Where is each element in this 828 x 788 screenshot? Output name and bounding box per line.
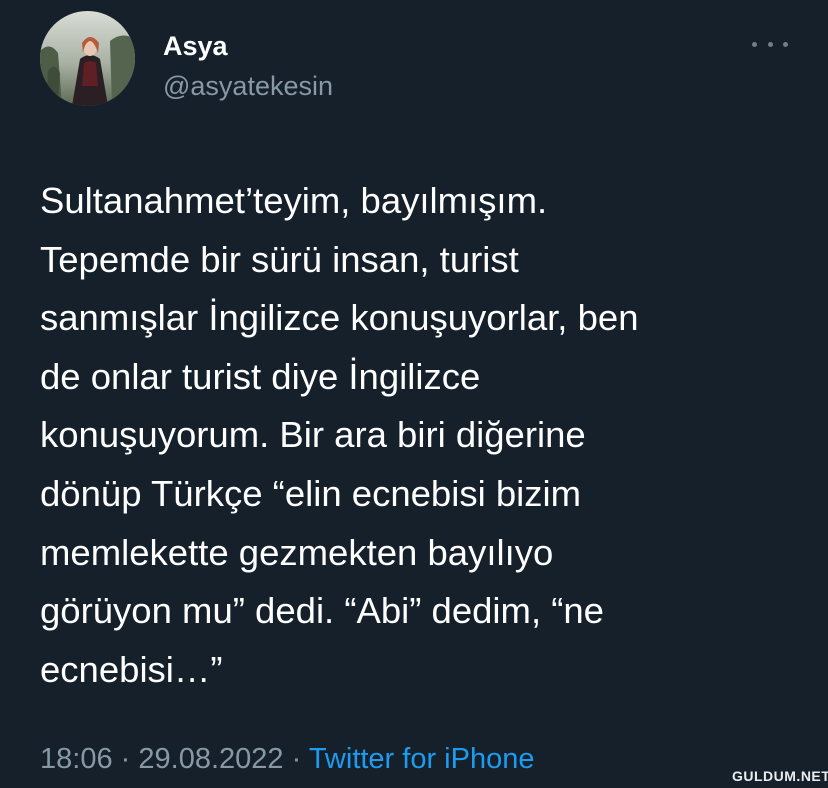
more-dot xyxy=(752,41,757,47)
tweet-source-link[interactable]: Twitter for iPhone xyxy=(309,743,535,775)
author-handle[interactable]: @asyatekesin xyxy=(163,70,333,102)
more-dot xyxy=(767,41,773,47)
author-name[interactable]: Asya xyxy=(163,30,228,62)
tweet-card: Asya @asyatekesin Sultanahmet’teyim, bay… xyxy=(0,0,828,788)
meta-separator: · xyxy=(291,743,302,775)
profile-photo-icon xyxy=(40,11,135,106)
meta-separator: · xyxy=(120,743,131,775)
more-options-icon[interactable] xyxy=(752,36,788,52)
tweet-time[interactable]: 18:06 xyxy=(40,743,113,775)
watermark: GULDUM.NET xyxy=(732,768,828,784)
tweet-date[interactable]: 29.08.2022 xyxy=(138,743,283,775)
more-dot xyxy=(783,41,788,47)
tweet-text: Sultanahmet’teyim, bayılmışım. Tepemde b… xyxy=(40,180,639,690)
tweet-meta: 18:06 · 29.08.2022 · Twitter for iPhone xyxy=(40,742,534,776)
avatar[interactable] xyxy=(40,11,135,106)
